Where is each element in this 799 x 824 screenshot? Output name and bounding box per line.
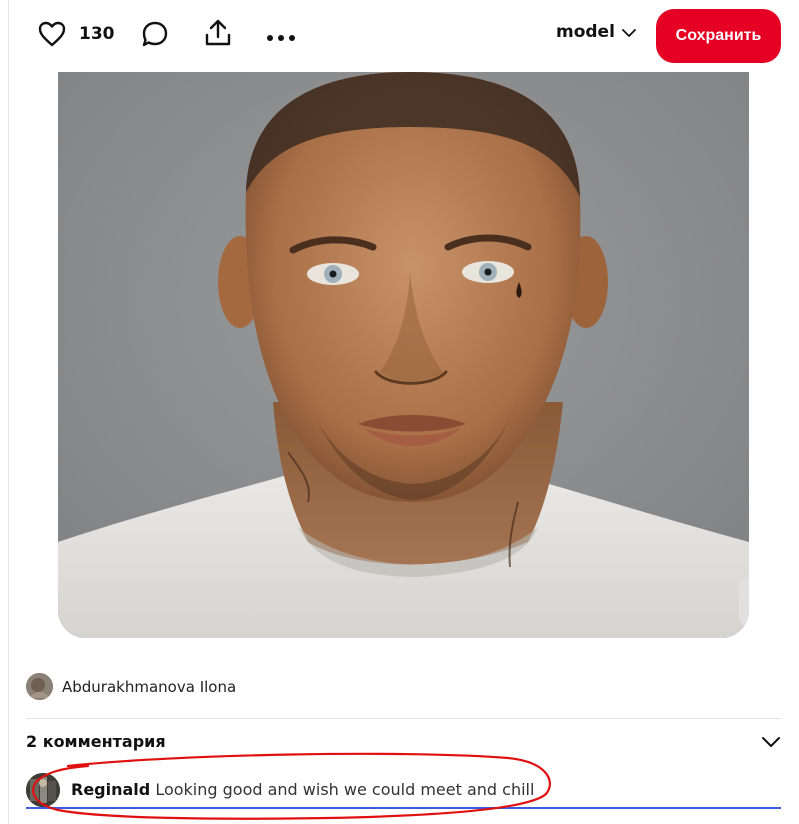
comment-body: Looking good and wish we could meet and … bbox=[155, 780, 535, 799]
like-button[interactable] bbox=[30, 14, 74, 58]
author-avatar bbox=[26, 673, 53, 700]
comment-button[interactable] bbox=[133, 14, 177, 58]
comments-toggle-button[interactable] bbox=[757, 730, 785, 754]
board-name: model bbox=[556, 22, 615, 42]
save-button[interactable]: Сохранить bbox=[656, 9, 781, 63]
comment-author[interactable]: Reginald bbox=[71, 780, 150, 799]
author-name: Abdurakhmanova Ilona bbox=[62, 677, 237, 696]
more-icon bbox=[266, 27, 296, 46]
share-button[interactable] bbox=[196, 13, 240, 57]
comment-item: Reginald Looking good and wish we could … bbox=[26, 771, 781, 808]
pin-author[interactable]: Abdurakhmanova Ilona bbox=[26, 673, 236, 700]
chevron-down-icon bbox=[761, 733, 781, 752]
left-divider bbox=[8, 0, 9, 824]
like-count: 130 bbox=[79, 24, 115, 44]
share-icon bbox=[203, 18, 233, 52]
expand-image-button[interactable] bbox=[739, 575, 749, 629]
section-divider bbox=[26, 718, 781, 719]
comment-underline bbox=[26, 807, 781, 809]
commenter-avatar[interactable] bbox=[26, 773, 60, 807]
comments-title: 2 комментария bbox=[26, 732, 166, 751]
heart-icon bbox=[38, 21, 66, 51]
board-select[interactable]: model bbox=[556, 22, 637, 42]
pin-toolbar: 130 model Сохранить bbox=[0, 0, 799, 72]
pin-page: 130 model Сохранить Abdurakhmanova Ilona… bbox=[0, 0, 799, 824]
comment-text: Reginald Looking good and wish we could … bbox=[71, 780, 534, 799]
portrait-photo bbox=[58, 72, 749, 638]
more-options-button[interactable] bbox=[259, 14, 303, 58]
chevron-down-icon bbox=[621, 23, 637, 42]
comment-icon bbox=[141, 20, 169, 52]
pin-image[interactable] bbox=[58, 72, 749, 638]
